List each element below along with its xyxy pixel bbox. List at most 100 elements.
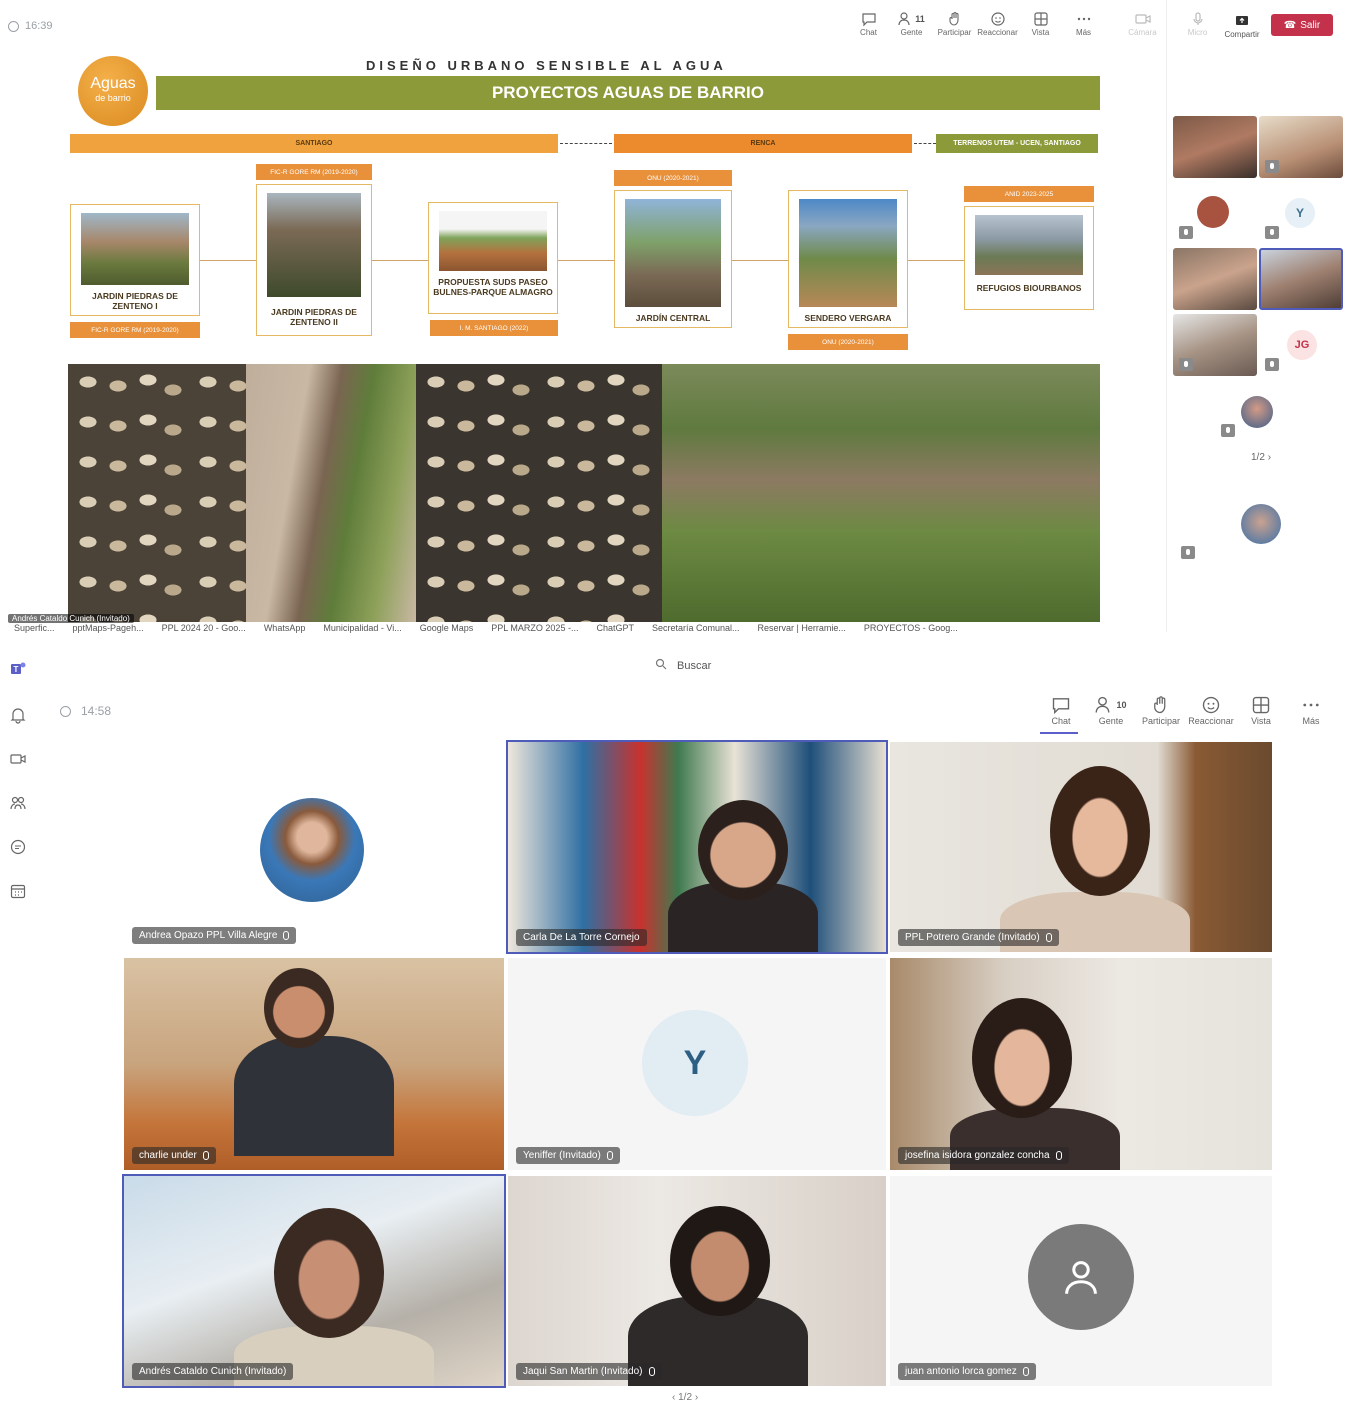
bookmark-item[interactable]: Google Maps [420, 623, 474, 633]
person-head [274, 1208, 384, 1338]
search-icon [655, 658, 667, 673]
participant-pager[interactable]: ‹ 1/2 › [672, 1392, 698, 1403]
project-photo [625, 199, 721, 307]
participant-tile[interactable]: Andrea Opazo PPL Villa Alegre [124, 742, 504, 950]
camera-icon [1134, 10, 1151, 28]
participant-avatar-letter: Y [642, 1010, 748, 1116]
more-button[interactable]: Más [1288, 694, 1334, 726]
people-count: 10 [1116, 700, 1127, 710]
mic-icon [1055, 1151, 1062, 1160]
mic-icon [648, 1367, 655, 1376]
person-head [1050, 766, 1150, 896]
react-button[interactable]: Reaccionar [1188, 694, 1234, 726]
participant-avatar-letter[interactable]: Y [1285, 198, 1315, 228]
participant-avatar[interactable] [1241, 504, 1281, 544]
participant-name: juan antonio lorca gomez [898, 1363, 1036, 1380]
more-button[interactable]: Más [1063, 10, 1104, 37]
calendar-icon[interactable] [9, 882, 27, 900]
bookmark-item[interactable]: Reservar | Herramie... [758, 623, 846, 633]
project-funding-tag: ANID 2023-2025 [964, 186, 1094, 202]
region-connector [560, 143, 612, 144]
participant-name: josefina isidora gonzalez concha [898, 1147, 1069, 1164]
people-button[interactable]: 11 Gente [891, 10, 932, 37]
camera-button[interactable]: Cámara [1122, 10, 1163, 37]
project-name: SENDERO VERGARA [804, 313, 892, 323]
participant-tile[interactable] [1173, 116, 1257, 178]
smiley-icon [990, 10, 1006, 28]
participant-avatar[interactable] [1197, 196, 1229, 228]
view-button[interactable]: Vista [1238, 694, 1284, 726]
participant-tile[interactable]: PPL Potrero Grande (Invitado) [890, 742, 1272, 952]
bookmark-item[interactable]: pptMaps-Pageh... [73, 623, 144, 633]
bell-icon[interactable] [9, 706, 27, 724]
participant-pager[interactable]: 1/2 › [1251, 452, 1271, 463]
participant-name: Yeniffer (Invitado) [516, 1147, 620, 1164]
video-icon[interactable] [9, 750, 27, 768]
slide-title: DISEÑO URBANO SENSIBLE AL AGUA [366, 58, 727, 73]
mic-muted-icon [1221, 424, 1235, 437]
search-box[interactable]: Buscar [655, 658, 711, 673]
mic-icon [202, 1151, 209, 1160]
project-card: SENDERO VERGARA [788, 190, 908, 328]
participant-tile[interactable]: josefina isidora gonzalez concha [890, 958, 1272, 1170]
grid-icon [1033, 10, 1049, 28]
view-button[interactable]: Vista [1020, 10, 1061, 37]
participant-tile-active[interactable]: Carla De La Torre Cornejo [506, 740, 888, 954]
participant-name: Andrés Cataldo Cunich (Invitado) [132, 1363, 294, 1380]
participant-tile[interactable]: Y Yeniffer (Invitado) [508, 958, 886, 1170]
search-placeholder: Buscar [677, 659, 712, 672]
svg-text:T: T [14, 665, 19, 674]
mic-muted-icon [1179, 226, 1193, 239]
bookmark-item[interactable]: PPL MARZO 2025 -... [491, 623, 578, 633]
people-count: 11 [915, 14, 925, 24]
slide-banner: PROYECTOS AGUAS DE BARRIO [156, 76, 1100, 110]
participant-name: PPL Potrero Grande (Invitado) [898, 929, 1059, 946]
mic-icon [1045, 933, 1052, 942]
participant-name: Andrea Opazo PPL Villa Alegre [132, 927, 297, 944]
mic-muted-icon [1265, 358, 1279, 371]
people-button[interactable]: 10 Gente [1088, 694, 1134, 726]
person-placeholder-icon [1028, 1224, 1134, 1330]
bookmark-item[interactable]: Superfic... [14, 623, 55, 633]
project-name: JARDÍN CENTRAL [635, 313, 711, 323]
participant-avatar [260, 798, 364, 902]
raise-hand-button[interactable]: Participar [934, 10, 975, 37]
chat-button[interactable]: Chat [848, 10, 889, 37]
participant-tile[interactable]: charlie under [124, 958, 504, 1170]
react-button[interactable]: Reaccionar [977, 10, 1018, 37]
bookmark-item[interactable]: PPL 2024 20 - Goo... [162, 623, 246, 633]
bookmark-item[interactable]: ChatGPT [596, 623, 634, 633]
participant-tile[interactable]: juan antonio lorca gomez [890, 1176, 1272, 1386]
person-head [972, 998, 1072, 1118]
bookmark-item[interactable]: Municipalidad - Vi... [323, 623, 401, 633]
teams-logo-icon[interactable]: T [9, 660, 27, 678]
mic-icon [1022, 1367, 1029, 1376]
chat-icon[interactable] [9, 838, 27, 856]
call-time: 14:58 [81, 704, 112, 718]
participant-avatar[interactable] [1241, 396, 1273, 428]
project-photo [799, 199, 897, 307]
participant-tile-active[interactable]: Andrés Cataldo Cunich (Invitado) [122, 1174, 506, 1388]
raise-hand-button[interactable]: Participar [1138, 694, 1184, 726]
participant-tile[interactable]: Jaqui San Martin (Invitado) [508, 1176, 886, 1386]
more-icon [1301, 694, 1321, 716]
teams-icon[interactable] [9, 794, 27, 812]
bookmark-item[interactable]: PROYECTOS - Goog... [864, 623, 958, 633]
mic-muted-icon [1179, 358, 1193, 371]
chat-button[interactable]: Chat [1038, 694, 1084, 726]
project-funding-tag: FIC-R GORE RM (2019-2020) [70, 322, 200, 338]
person-head [670, 1206, 770, 1316]
garden-photo [662, 364, 1100, 622]
bookmark-item[interactable]: WhatsApp [264, 623, 306, 633]
top-meeting-toolbar: Chat 11 Gente Participar Reaccionar Vist… [848, 10, 1218, 37]
participant-tile[interactable] [1173, 248, 1257, 310]
participant-tile-active[interactable] [1259, 248, 1343, 310]
project-photo [975, 215, 1083, 275]
project-card: JARDIN PIEDRAS DE ZENTENO I [70, 204, 200, 316]
people-icon: 10 [1095, 694, 1127, 716]
bookmark-item[interactable]: Secretaría Comunal... [652, 623, 740, 633]
project-photo [267, 193, 361, 297]
participant-avatar-letter[interactable]: JG [1287, 330, 1317, 360]
chat-icon [1051, 694, 1071, 716]
person-silhouette [234, 1036, 394, 1156]
